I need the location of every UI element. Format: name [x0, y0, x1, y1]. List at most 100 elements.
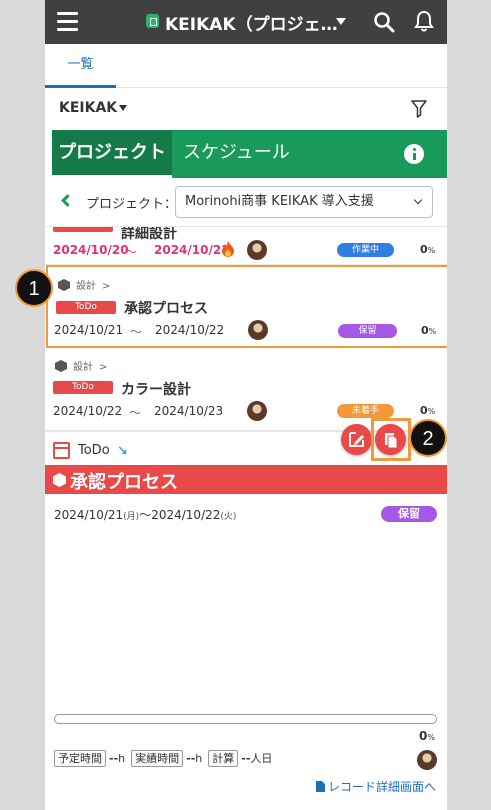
project-select[interactable]: Morinohi商事 KEIKAK 導入支援	[175, 186, 433, 218]
callout-marker-2: 2	[409, 419, 447, 457]
app-select[interactable]: KEIKAK	[59, 100, 128, 116]
task-start-date: 2024/10/20	[53, 243, 129, 257]
status-badge: 未着手	[337, 404, 394, 418]
progress-unit: %	[427, 246, 436, 255]
metric-row: 予定時間 --h 実績時間 --h 計算 --人日	[54, 750, 439, 770]
task-path: 設計 >	[58, 277, 110, 292]
app-title[interactable]: KEIKAK（プロジェ…	[165, 10, 337, 35]
date-separator: 〜	[130, 325, 143, 339]
task-end-date: 2024/10/21	[154, 243, 230, 257]
task-list: 詳細設計 2024/10/20 〜 2024/10/21 作業中 0% 設計 > …	[45, 226, 447, 430]
callout-marker-1: 1	[15, 269, 53, 307]
avatar	[247, 240, 267, 260]
chevron-down-icon	[413, 195, 423, 205]
calc-label: 計算	[208, 750, 239, 767]
progress-unit: %	[427, 407, 436, 416]
list-item-selected[interactable]: 設計 > ToDo 承認プロセス 2024/10/21 〜 2024/10/22 …	[46, 265, 447, 348]
task-title: 承認プロセス	[124, 301, 208, 317]
task-start-date: 2024/10/22	[53, 404, 123, 418]
caret-down-icon	[119, 105, 128, 111]
app-logo-icon	[146, 14, 159, 28]
edit-button[interactable]	[341, 424, 372, 455]
avatar	[248, 320, 268, 340]
task-start-date: 2024/10/21	[54, 323, 124, 337]
app-frame: KEIKAK（プロジェ… 一覧 KEIKAK プロジェクト スケジュール プロジ…	[45, 0, 447, 810]
project-selector-row: プロジェクト： Morinohi商事 KEIKAK 導入支援	[45, 178, 447, 226]
main-tab-bar: プロジェクト スケジュール	[52, 130, 447, 178]
planned-time-unit: h	[118, 752, 126, 765]
progress-value: 0	[421, 324, 429, 337]
detail-title: 承認プロセス	[70, 472, 178, 493]
detail-date-range: 2024/10/21(月)〜2024/10/22(火)	[54, 506, 236, 523]
date-separator: 〜	[129, 406, 142, 420]
task-progress: 0%	[420, 404, 435, 417]
task-detail-panel: ToDo ↘ 承認プロセス 2024/10/21(月)〜2024/10/22(火…	[45, 430, 447, 810]
app-select-label: KEIKAK	[59, 100, 118, 116]
document-icon	[316, 781, 325, 792]
detail-start-weekday: (月)	[123, 512, 140, 522]
task-title: カラー設計	[121, 382, 191, 398]
path-label: 設計	[76, 281, 96, 292]
cube-icon	[55, 360, 67, 372]
record-link-label: レコード詳細画面へ	[328, 780, 437, 794]
planned-time-number: --	[109, 752, 119, 765]
task-end-date: 2024/10/22	[155, 323, 225, 337]
tab-project[interactable]: プロジェクト	[52, 130, 172, 178]
todo-tag: ToDo	[53, 381, 113, 394]
planned-time-label: 予定時間	[54, 750, 106, 767]
task-end-date: 2024/10/23	[154, 404, 224, 418]
planned-time-value: --h	[109, 752, 125, 765]
record-detail-link[interactable]: レコード詳細画面へ	[316, 778, 436, 795]
fire-icon	[222, 241, 234, 257]
task-progress: 0%	[421, 324, 436, 337]
copy-icon	[385, 433, 398, 449]
tab-list[interactable]: 一覧	[45, 44, 116, 88]
detail-end-date: 2024/10/22	[151, 508, 221, 522]
copy-button[interactable]	[375, 424, 406, 455]
calc-value: --人日	[241, 750, 272, 766]
detail-status-badge: 保留	[381, 506, 437, 522]
progress-value: 0	[420, 243, 428, 256]
top-bar: KEIKAK（プロジェ…	[45, 0, 447, 44]
tab-schedule[interactable]: スケジュール	[183, 130, 290, 178]
avatar	[247, 401, 267, 421]
path-arrow: >	[99, 362, 108, 373]
progress-unit: %	[428, 327, 437, 336]
avatar	[417, 750, 437, 770]
status-badge: 保留	[338, 324, 397, 338]
info-icon[interactable]	[404, 144, 424, 164]
calendar-icon	[53, 442, 70, 459]
search-icon[interactable]	[373, 11, 395, 33]
title-dropdown-icon[interactable]	[336, 18, 346, 25]
progress-value: 0	[420, 404, 428, 417]
progress-bar	[54, 714, 437, 724]
list-item[interactable]: 詳細設計 2024/10/20 〜 2024/10/21 作業中 0%	[45, 227, 447, 265]
detail-start-date: 2024/10/21	[54, 508, 124, 522]
todo-tag: ToDo	[56, 301, 116, 314]
view-tab-row: 一覧	[45, 44, 447, 88]
path-arrow: >	[102, 281, 111, 292]
project-select-value: Morinohi商事 KEIKAK 導入支援	[185, 194, 374, 209]
back-chevron-icon[interactable]	[61, 194, 74, 207]
detail-end-weekday: (火)	[220, 512, 237, 522]
actual-time-number: --	[186, 752, 196, 765]
project-label: プロジェクト：	[86, 197, 178, 212]
date-separator: 〜	[139, 508, 152, 522]
cube-icon	[58, 279, 70, 291]
detail-type-label: ToDo	[78, 443, 110, 458]
path-label: 設計	[73, 362, 93, 373]
detail-progress-unit: %	[427, 733, 435, 742]
filter-row: KEIKAK	[45, 88, 447, 130]
actual-time-label: 実績時間	[131, 750, 184, 767]
bell-icon[interactable]	[414, 10, 434, 32]
cube-icon	[53, 473, 66, 487]
actual-time-value: --h	[186, 752, 202, 765]
filter-icon[interactable]	[411, 100, 427, 118]
todo-tag	[53, 227, 113, 232]
task-progress: 0%	[420, 243, 435, 256]
status-badge: 作業中	[337, 243, 394, 257]
task-path: 設計 >	[55, 358, 107, 373]
trend-down-icon: ↘	[117, 444, 128, 459]
menu-icon[interactable]	[57, 12, 78, 32]
date-separator: 〜	[125, 245, 138, 259]
